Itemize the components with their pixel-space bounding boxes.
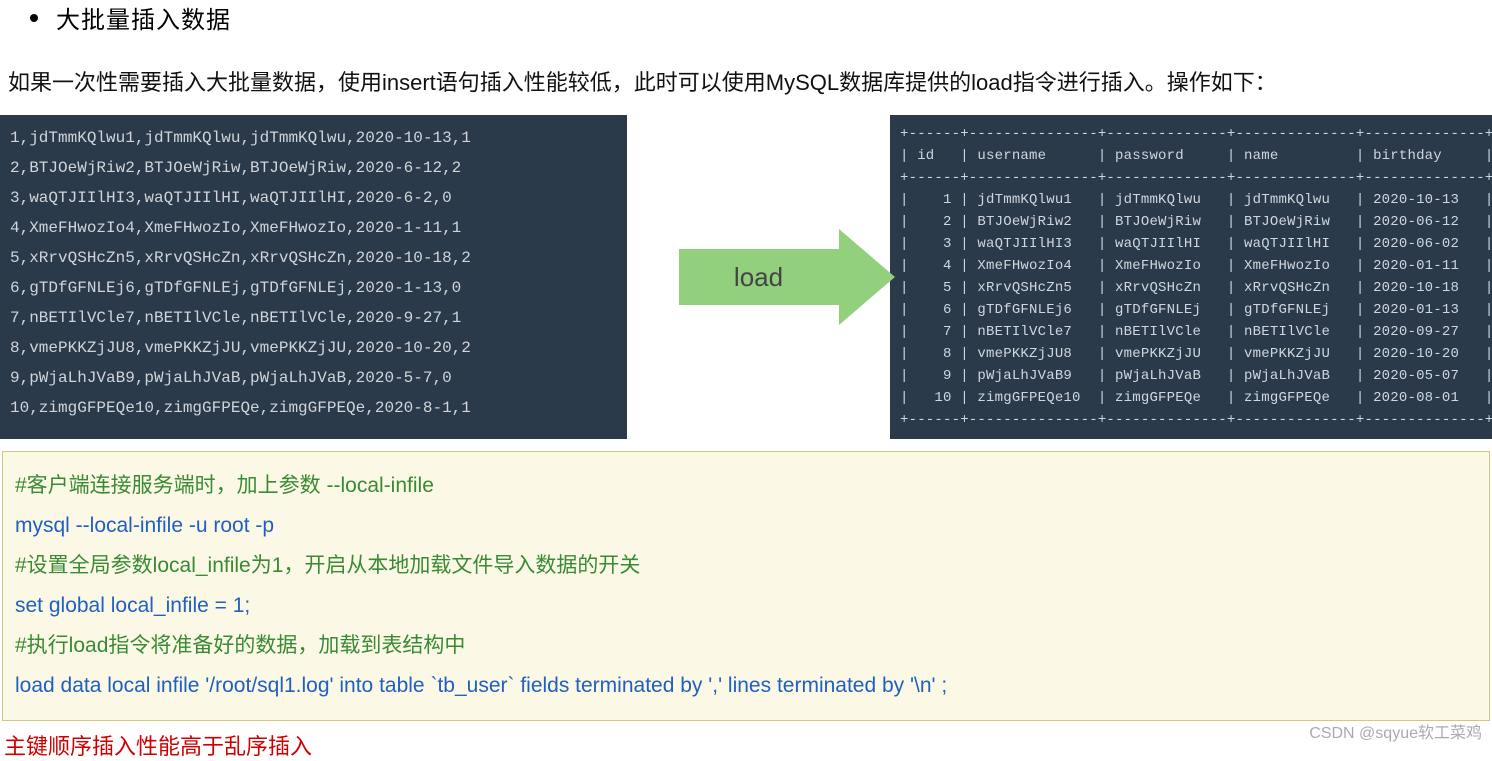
intro-paragraph: 如果一次性需要插入大批量数据，使用insert语句插入性能较低，此时可以使用My… bbox=[0, 65, 1492, 97]
figure-row: 1,jdTmmKQlwu1,jdTmmKQlwu,jdTmmKQlwu,2020… bbox=[0, 115, 1492, 439]
csv-data-block: 1,jdTmmKQlwu1,jdTmmKQlwu,jdTmmKQlwu,2020… bbox=[0, 115, 627, 439]
load-arrow: load bbox=[679, 249, 839, 305]
code-comment: #客户端连接服务端时，加上参数 --local-infile bbox=[15, 466, 1477, 506]
db-table-block: +------+---------------+--------------+-… bbox=[890, 115, 1492, 439]
watermark: CSDN @sqyue软工菜鸡 bbox=[1309, 719, 1482, 743]
code-line: mysql --local-infile -u root -p bbox=[15, 506, 1477, 546]
code-line: load data local infile '/root/sql1.log' … bbox=[15, 666, 1477, 706]
bullet-icon bbox=[30, 14, 38, 22]
code-line: set global local_infile = 1; bbox=[15, 586, 1477, 626]
heading-text: 大批量插入数据 bbox=[56, 0, 231, 35]
code-comment: #执行load指令将准备好的数据，加载到表结构中 bbox=[15, 626, 1477, 666]
code-comment: #设置全局参数local_infile为1，开启从本地加载文件导入数据的开关 bbox=[15, 546, 1477, 586]
footnote-red: 主键顺序插入性能高于乱序插入 bbox=[0, 725, 1492, 761]
arrow-label: load bbox=[734, 262, 783, 293]
sql-codebox: #客户端连接服务端时，加上参数 --local-infile mysql --l… bbox=[2, 451, 1490, 721]
arrow-wrap: load bbox=[627, 115, 890, 439]
section-heading: 大批量插入数据 bbox=[0, 0, 1492, 35]
